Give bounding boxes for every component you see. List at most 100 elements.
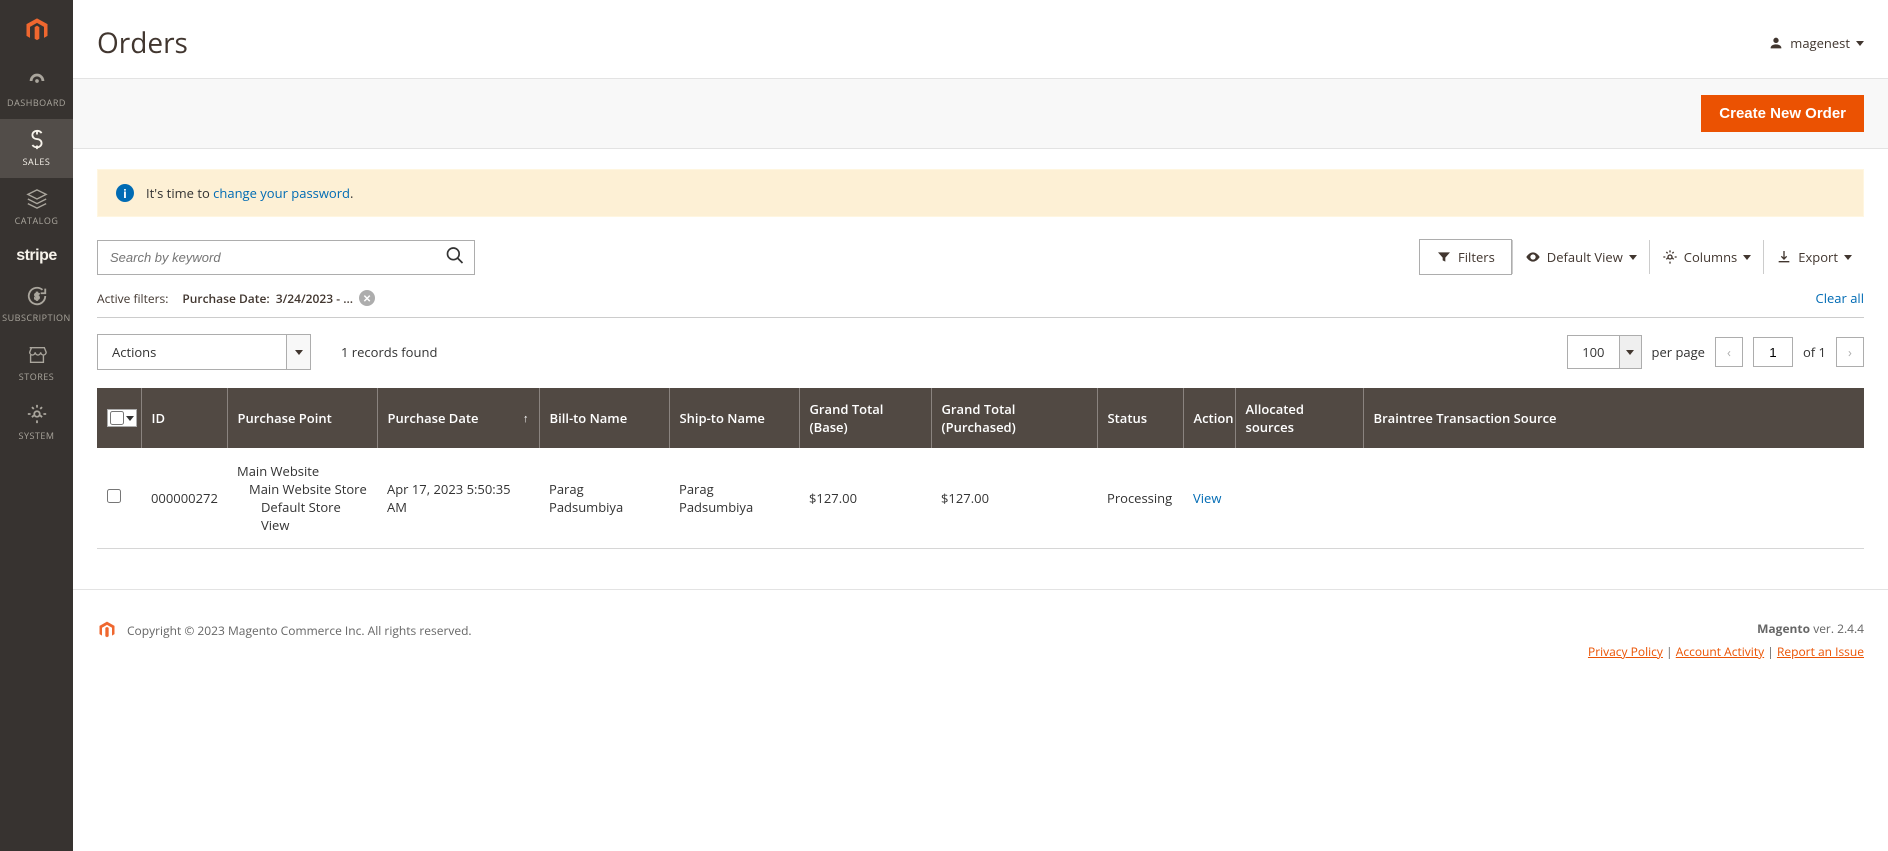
cell-ship-to: Parag Padsumbiya: [669, 448, 799, 549]
search-input[interactable]: [97, 240, 475, 275]
col-checkbox[interactable]: [97, 388, 141, 448]
version-text: ver. 2.4.4: [1810, 620, 1864, 637]
active-filters-row: Active filters: Purchase Date: 3/24/2023…: [97, 279, 1864, 318]
chevron-down-icon: [1743, 255, 1751, 260]
search-button[interactable]: [441, 242, 469, 273]
col-allocated[interactable]: Allocated sources: [1235, 388, 1363, 448]
svg-text:$: $: [34, 290, 39, 303]
change-password-link[interactable]: change your password: [213, 184, 350, 202]
cell-status: Processing: [1097, 448, 1183, 549]
sidebar-item-label: System: [19, 429, 55, 442]
cell-braintree: [1363, 448, 1864, 549]
col-purchase-point[interactable]: Purchase Point: [227, 388, 377, 448]
magento-logo[interactable]: [0, 0, 73, 60]
create-new-order-button[interactable]: Create New Order: [1701, 95, 1864, 132]
sidebar-item-system[interactable]: System: [0, 393, 73, 452]
user-icon: [1768, 35, 1784, 51]
cell-gt-purchased: $127.00: [931, 448, 1097, 549]
col-braintree[interactable]: Braintree Transaction Source: [1363, 388, 1864, 448]
cell-id: 000000272: [141, 448, 227, 549]
col-purchase-date[interactable]: Purchase Date↑: [377, 388, 539, 448]
search-wrap: [97, 240, 475, 275]
sidebar-item-label: Catalog: [15, 214, 59, 227]
page-title: Orders: [97, 24, 188, 62]
sidebar-item-catalog[interactable]: Catalog: [0, 178, 73, 237]
chevron-down-icon: [1856, 41, 1864, 46]
filters-button[interactable]: Filters: [1419, 239, 1512, 275]
copyright-text: Copyright © 2023 Magento Commerce Inc. A…: [127, 622, 472, 639]
sidebar-item-dashboard[interactable]: Dashboard: [0, 60, 73, 119]
per-page-label: per page: [1652, 343, 1705, 361]
sidebar: Dashboard Sales Catalog stripe $ Subscri…: [0, 0, 73, 851]
export-button[interactable]: Export: [1763, 240, 1864, 274]
privacy-policy-link[interactable]: Privacy Policy: [1588, 643, 1663, 660]
eye-icon: [1525, 249, 1541, 265]
bulk-actions-select[interactable]: Actions: [97, 334, 311, 370]
page-header: Orders magenest: [73, 0, 1888, 78]
sidebar-item-label: Sales: [23, 155, 51, 168]
filter-chip-purchase-date: Purchase Date: 3/24/2023 - ... ✕: [182, 290, 375, 307]
magento-logo-icon: [97, 620, 117, 640]
sidebar-item-sales[interactable]: Sales: [0, 119, 73, 178]
col-status[interactable]: Status: [1097, 388, 1183, 448]
report-issue-link[interactable]: Report an Issue: [1777, 643, 1864, 660]
cell-purchase-date: Apr 17, 2023 5:50:35 AM: [377, 448, 539, 549]
sidebar-item-label: Dashboard: [7, 96, 66, 109]
info-icon: i: [116, 184, 134, 202]
col-id[interactable]: ID: [141, 388, 227, 448]
stripe-logo-text: stripe: [16, 247, 57, 265]
toolbar-right: Filters Default View Columns Export: [1419, 239, 1864, 275]
cell-purchase-point: Main Website Main Website Store Default …: [227, 448, 377, 549]
page-size-select[interactable]: 100: [1567, 335, 1641, 369]
grid-toolbar: Filters Default View Columns Export: [97, 239, 1864, 275]
cell-bill-to: Parag Padsumbiya: [539, 448, 669, 549]
brand-name: Magento: [1757, 620, 1810, 637]
action-bar: Create New Order: [73, 78, 1888, 149]
main-content: Orders magenest Create New Order i It's …: [73, 0, 1888, 700]
col-bill-to[interactable]: Bill-to Name: [539, 388, 669, 448]
funnel-icon: [1436, 249, 1452, 265]
export-icon: [1776, 249, 1792, 265]
account-activity-link[interactable]: Account Activity: [1676, 643, 1764, 660]
next-page-button[interactable]: ›: [1836, 337, 1864, 367]
col-ship-to[interactable]: Ship-to Name: [669, 388, 799, 448]
current-page-input[interactable]: [1753, 337, 1793, 367]
col-grand-total-base[interactable]: Grand Total (Base): [799, 388, 931, 448]
active-filters-label: Active filters:: [97, 290, 168, 307]
orders-table: ID Purchase Point Purchase Date↑ Bill-to…: [97, 388, 1864, 549]
controls-row: Actions 1 records found 100 per page ‹ o…: [97, 334, 1864, 370]
sidebar-item-label: Subscription: [2, 311, 71, 324]
search-icon: [445, 246, 465, 266]
cell-allocated: [1235, 448, 1363, 549]
default-view-button[interactable]: Default View: [1512, 240, 1649, 274]
pagination: 100 per page ‹ of 1 ›: [1567, 335, 1864, 369]
user-name: magenest: [1790, 34, 1850, 52]
sidebar-item-subscription[interactable]: $ Subscription: [0, 275, 73, 334]
footer: Copyright © 2023 Magento Commerce Inc. A…: [73, 589, 1888, 700]
select-all-checkbox[interactable]: [110, 411, 124, 425]
total-pages-label: of 1: [1803, 343, 1826, 361]
clear-all-filters[interactable]: Clear all: [1816, 289, 1864, 307]
chevron-down-icon: [1844, 255, 1852, 260]
sidebar-item-label: Stores: [19, 370, 54, 383]
sidebar-item-stripe[interactable]: stripe: [0, 237, 73, 275]
chevron-down-icon: [1629, 255, 1637, 260]
sidebar-item-stores[interactable]: Stores: [0, 334, 73, 393]
records-found: 1 records found: [341, 343, 437, 361]
notice-text: It's time to change your password.: [146, 184, 353, 202]
col-action[interactable]: Action: [1183, 388, 1235, 448]
chevron-down-icon: [126, 416, 134, 421]
user-menu[interactable]: magenest: [1768, 34, 1864, 52]
row-checkbox[interactable]: [107, 489, 121, 503]
gear-icon: [1662, 249, 1678, 265]
table-header-row: ID Purchase Point Purchase Date↑ Bill-to…: [97, 388, 1864, 448]
view-link[interactable]: View: [1193, 489, 1221, 507]
chevron-down-icon: [287, 334, 311, 370]
col-grand-total-purchased[interactable]: Grand Total (Purchased): [931, 388, 1097, 448]
table-row[interactable]: 000000272 Main Website Main Website Stor…: [97, 448, 1864, 549]
remove-filter-button[interactable]: ✕: [359, 290, 375, 306]
prev-page-button[interactable]: ‹: [1715, 337, 1743, 367]
columns-button[interactable]: Columns: [1649, 240, 1763, 274]
cell-gt-base: $127.00: [799, 448, 931, 549]
sort-asc-icon: ↑: [523, 411, 529, 426]
